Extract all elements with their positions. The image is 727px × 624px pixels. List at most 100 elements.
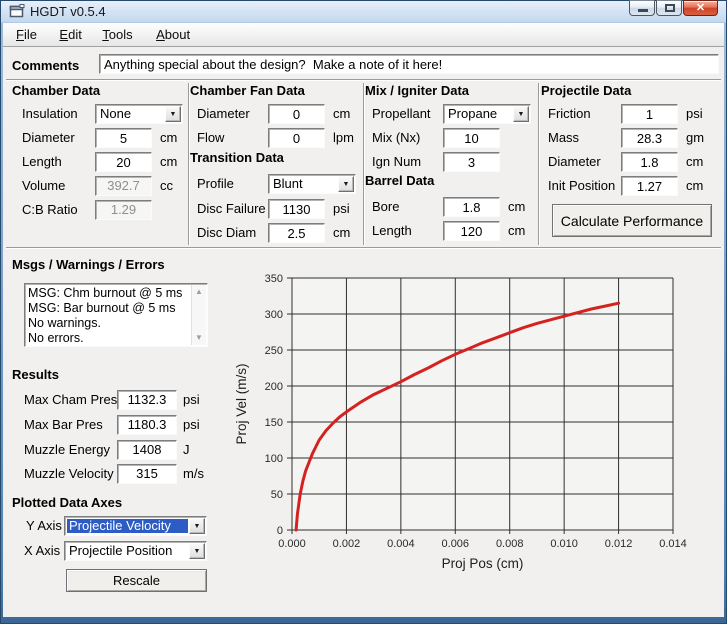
svg-text:0.010: 0.010 <box>550 538 578 550</box>
fan-data-title: Chamber Fan Data <box>190 83 305 98</box>
cb-ratio-field: 1.29 <box>95 200 152 220</box>
svg-text:0.014: 0.014 <box>659 538 687 550</box>
propellant-value: Propane <box>446 107 512 121</box>
app-icon <box>9 4 25 19</box>
svg-text:0.006: 0.006 <box>442 538 470 550</box>
proj-diameter-unit: cm <box>686 152 703 172</box>
chamber-length-field[interactable] <box>95 152 152 172</box>
chamber-diameter-label: Diameter <box>22 128 75 148</box>
cb-ratio-label: C:B Ratio <box>22 200 78 220</box>
svg-text:0.002: 0.002 <box>333 538 361 550</box>
mass-field[interactable] <box>621 128 678 148</box>
rescale-button[interactable]: Rescale <box>66 569 207 592</box>
barrel-length-field[interactable] <box>443 221 500 241</box>
chevron-down-icon[interactable]: ▼ <box>189 543 205 559</box>
chamber-diameter-field[interactable] <box>95 128 152 148</box>
bore-unit: cm <box>508 197 525 217</box>
menu-edit[interactable]: Edit <box>56 27 84 42</box>
fan-diameter-field[interactable] <box>268 104 325 124</box>
scroll-down-icon[interactable]: ▼ <box>192 331 206 345</box>
calculate-performance-button[interactable]: Calculate Performance <box>552 204 712 237</box>
max-bar-pres-field: 1180.3 <box>117 415 177 435</box>
profile-select[interactable]: Blunt ▼ <box>268 174 356 194</box>
chamber-diameter-unit: cm <box>160 128 177 148</box>
fan-diameter-label: Diameter <box>197 104 250 124</box>
message-line: MSG: Bar burnout @ 5 ms <box>28 301 189 316</box>
maximize-button[interactable] <box>656 0 682 16</box>
propellant-select[interactable]: Propane ▼ <box>443 104 531 124</box>
menu-about[interactable]: About <box>153 27 193 42</box>
menu-tools[interactable]: Tools <box>99 27 135 42</box>
proj-diameter-label: Diameter <box>548 152 601 172</box>
volume-field: 392.7 <box>95 176 152 196</box>
y-axis-select[interactable]: Projectile Velocity ▼ <box>64 516 207 536</box>
muzzle-velocity-label: Muzzle Velocity <box>24 464 114 484</box>
insulation-label: Insulation <box>22 104 78 124</box>
disc-diam-label: Disc Diam <box>197 223 256 243</box>
minimize-icon <box>638 9 648 12</box>
bore-field[interactable] <box>443 197 500 217</box>
message-line: No warnings. <box>28 316 189 331</box>
chamber-length-unit: cm <box>160 152 177 172</box>
barrel-length-label: Length <box>372 221 412 241</box>
titlebar[interactable]: HGDT v0.5.4 ✕ <box>0 0 727 23</box>
message-line: MSG: Chm burnout @ 5 ms <box>28 286 189 301</box>
insulation-value: None <box>98 107 164 121</box>
svg-text:300: 300 <box>265 309 283 321</box>
fan-flow-field[interactable] <box>268 128 325 148</box>
chevron-down-icon[interactable]: ▼ <box>165 106 181 122</box>
comments-input[interactable] <box>99 54 719 74</box>
messages-scrollbar[interactable]: ▲ ▼ <box>191 285 206 345</box>
scroll-up-icon[interactable]: ▲ <box>192 285 206 299</box>
maximize-icon <box>665 4 675 12</box>
close-button[interactable]: ✕ <box>683 0 718 16</box>
svg-text:350: 350 <box>265 273 283 285</box>
disc-failure-field[interactable] <box>268 199 325 219</box>
friction-unit: psi <box>686 104 703 124</box>
chevron-down-icon[interactable]: ▼ <box>513 106 529 122</box>
profile-label: Profile <box>197 174 234 194</box>
chevron-down-icon[interactable]: ▼ <box>338 176 354 192</box>
muzzle-energy-unit: J <box>183 440 190 460</box>
profile-value: Blunt <box>271 177 337 191</box>
message-line: No errors. <box>28 331 189 346</box>
max-bar-pres-label: Max Bar Pres <box>24 415 103 435</box>
divider <box>538 83 540 245</box>
x-axis-select[interactable]: Projectile Position ▼ <box>64 541 207 561</box>
bore-label: Bore <box>372 197 399 217</box>
muzzle-velocity-unit: m/s <box>183 464 204 484</box>
init-position-label: Init Position <box>548 176 615 196</box>
svg-text:150: 150 <box>265 417 283 429</box>
messages-title: Msgs / Warnings / Errors <box>12 257 165 272</box>
barrel-data-title: Barrel Data <box>365 173 434 188</box>
svg-text:250: 250 <box>265 345 283 357</box>
disc-diam-field[interactable] <box>268 223 325 243</box>
mass-label: Mass <box>548 128 579 148</box>
svg-text:0.008: 0.008 <box>496 538 524 550</box>
muzzle-velocity-field: 315 <box>117 464 177 484</box>
app-window: HGDT v0.5.4 ✕ File Edit Tools About Comm… <box>0 0 727 624</box>
ign-num-field[interactable] <box>443 152 500 172</box>
svg-text:0: 0 <box>277 525 283 537</box>
menubar: File Edit Tools About <box>3 23 724 47</box>
insulation-select[interactable]: None ▼ <box>95 104 183 124</box>
window-title: HGDT v0.5.4 <box>30 4 106 19</box>
mix-nx-field[interactable] <box>443 128 500 148</box>
divider <box>6 79 721 81</box>
mix-nx-label: Mix (Nx) <box>372 128 420 148</box>
velocity-position-chart: 0.0000.0020.0040.0060.0080.0100.0120.014… <box>228 260 706 590</box>
results-title: Results <box>12 367 59 382</box>
projectile-data-title: Projectile Data <box>541 83 631 98</box>
proj-diameter-field[interactable] <box>621 152 678 172</box>
messages-listbox[interactable]: MSG: Chm burnout @ 5 ms MSG: Bar burnout… <box>24 283 208 347</box>
friction-field[interactable] <box>621 104 678 124</box>
chevron-down-icon[interactable]: ▼ <box>189 518 205 534</box>
init-position-field[interactable] <box>621 176 678 196</box>
disc-failure-unit: psi <box>333 199 350 219</box>
minimize-button[interactable] <box>629 0 655 16</box>
max-cham-pres-field: 1132.3 <box>117 390 177 410</box>
close-icon: ✕ <box>684 1 717 16</box>
menu-file[interactable]: File <box>13 27 40 42</box>
svg-text:100: 100 <box>265 453 283 465</box>
svg-text:0.004: 0.004 <box>387 538 415 550</box>
